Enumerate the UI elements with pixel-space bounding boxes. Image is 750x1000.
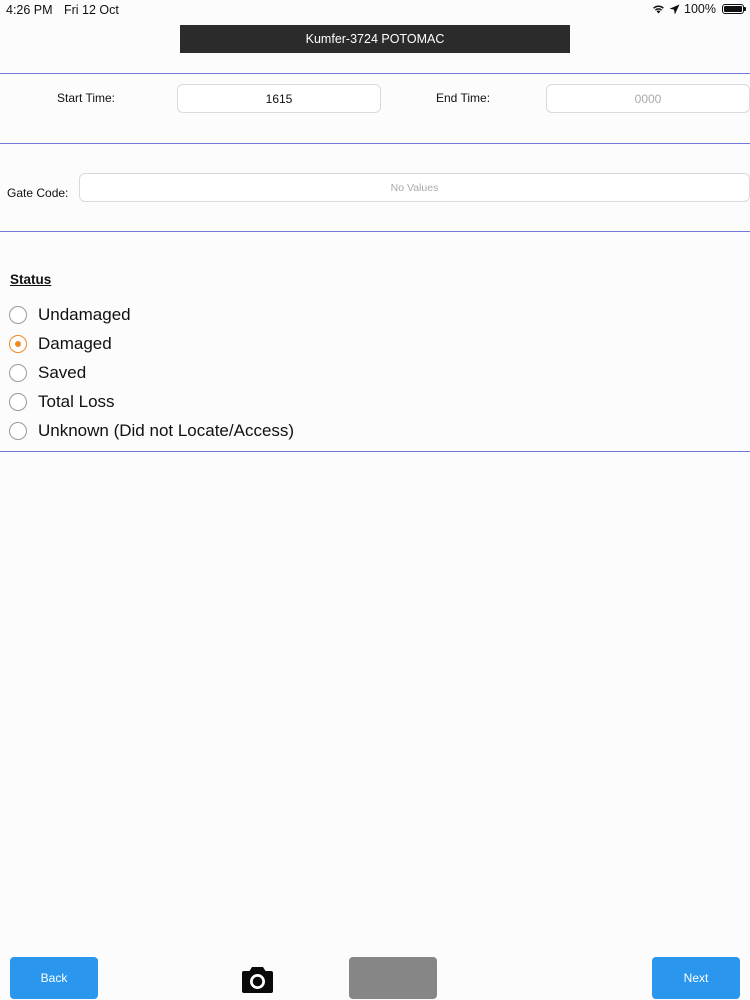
battery-icon (722, 4, 746, 14)
gate-code-label: Gate Code: (7, 186, 69, 200)
page: 4:26 PM Fri 12 Oct 100% Kumfer-3724 POTO… (0, 0, 750, 1000)
radio-button-selected[interactable] (9, 334, 27, 353)
divider (0, 231, 750, 232)
divider (0, 451, 750, 452)
back-button[interactable]: Back (10, 957, 98, 999)
status-bar: 4:26 PM Fri 12 Oct 100% (0, 0, 750, 20)
gray-button[interactable] (349, 957, 437, 999)
start-time-label: Start Time: (57, 91, 116, 105)
status-option-label: Damaged (38, 333, 112, 353)
battery-percent: 100% (684, 2, 716, 16)
location-arrow-icon (669, 4, 680, 14)
camera-icon[interactable] (242, 965, 273, 993)
status-option-total-loss[interactable]: Total Loss (9, 388, 294, 417)
end-time-field[interactable]: 0000 (546, 84, 750, 113)
status-option-damaged[interactable]: Damaged (9, 329, 294, 358)
status-option-undamaged[interactable]: Undamaged (9, 300, 294, 329)
radio-button[interactable] (9, 363, 27, 382)
gate-code-field[interactable]: No Values (79, 173, 750, 202)
status-option-label: Undamaged (38, 304, 131, 324)
status-time: 4:26 PM (6, 3, 53, 17)
status-option-unknown[interactable]: Unknown (Did not Locate/Access) (9, 417, 294, 446)
end-time-label: End Time: (436, 91, 491, 105)
divider (0, 73, 750, 74)
next-button[interactable]: Next (652, 957, 740, 999)
status-date: Fri 12 Oct (64, 3, 119, 17)
radio-button[interactable] (9, 393, 27, 412)
page-title: Kumfer-3724 POTOMAC (180, 25, 570, 53)
status-right: 100% (652, 2, 746, 16)
wifi-icon (653, 5, 664, 14)
radio-button[interactable] (9, 305, 27, 324)
status-radio-group: Undamaged Damaged Saved Total Loss Unkno… (9, 300, 294, 446)
status-heading: Status (10, 272, 52, 287)
start-time-field[interactable]: 1615 (177, 84, 381, 113)
divider (0, 143, 750, 144)
status-option-label: Unknown (Did not Locate/Access) (38, 421, 295, 441)
radio-button[interactable] (9, 422, 27, 441)
status-option-label: Total Loss (38, 392, 115, 412)
status-option-saved[interactable]: Saved (9, 358, 294, 387)
status-option-label: Saved (38, 362, 87, 382)
